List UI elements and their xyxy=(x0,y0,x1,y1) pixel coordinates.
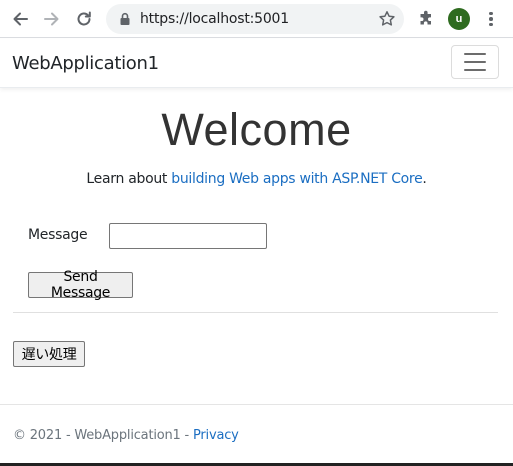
intro-prefix: Learn about xyxy=(86,171,172,187)
intro-suffix: . xyxy=(422,171,427,187)
kebab-menu-icon[interactable] xyxy=(484,9,498,29)
puzzle-icon[interactable] xyxy=(416,9,436,29)
privacy-link[interactable]: Privacy xyxy=(193,428,239,443)
arrow-right-icon xyxy=(44,12,59,26)
address-bar[interactable]: https://localhost:5001 xyxy=(106,4,404,34)
browser-toolbar: https://localhost:5001 u xyxy=(0,0,513,38)
divider xyxy=(13,312,498,313)
footer-text: © 2021 - WebApplication1 - Privacy xyxy=(13,428,239,443)
page-title: Welcome xyxy=(161,104,352,155)
forward-button[interactable] xyxy=(40,7,64,31)
navbar-toggler-button[interactable] xyxy=(451,45,499,79)
hamburger-icon xyxy=(464,53,486,55)
send-message-button[interactable]: Send Message xyxy=(28,269,133,301)
reload-icon xyxy=(77,11,91,26)
reload-button[interactable] xyxy=(72,7,96,31)
app-navbar: WebApplication1 xyxy=(0,39,513,88)
back-button[interactable] xyxy=(8,7,32,31)
page-footer: © 2021 - WebApplication1 - Privacy xyxy=(0,404,513,466)
star-icon[interactable] xyxy=(378,10,396,28)
profile-avatar[interactable]: u xyxy=(448,8,470,30)
docs-link[interactable]: building Web apps with ASP.NET Core xyxy=(171,171,422,187)
intro-text: Learn about building Web apps with ASP.N… xyxy=(0,171,513,187)
arrow-left-icon xyxy=(13,12,28,26)
navbar-brand[interactable]: WebApplication1 xyxy=(12,53,159,74)
copyright-text: © 2021 - WebApplication1 - xyxy=(13,428,193,443)
message-label: Message xyxy=(28,227,88,243)
lock-icon xyxy=(120,12,130,25)
message-input[interactable] xyxy=(109,223,267,249)
url-text: https://localhost:5001 xyxy=(140,11,289,27)
slow-process-button[interactable]: 遅い処理 xyxy=(13,341,85,367)
